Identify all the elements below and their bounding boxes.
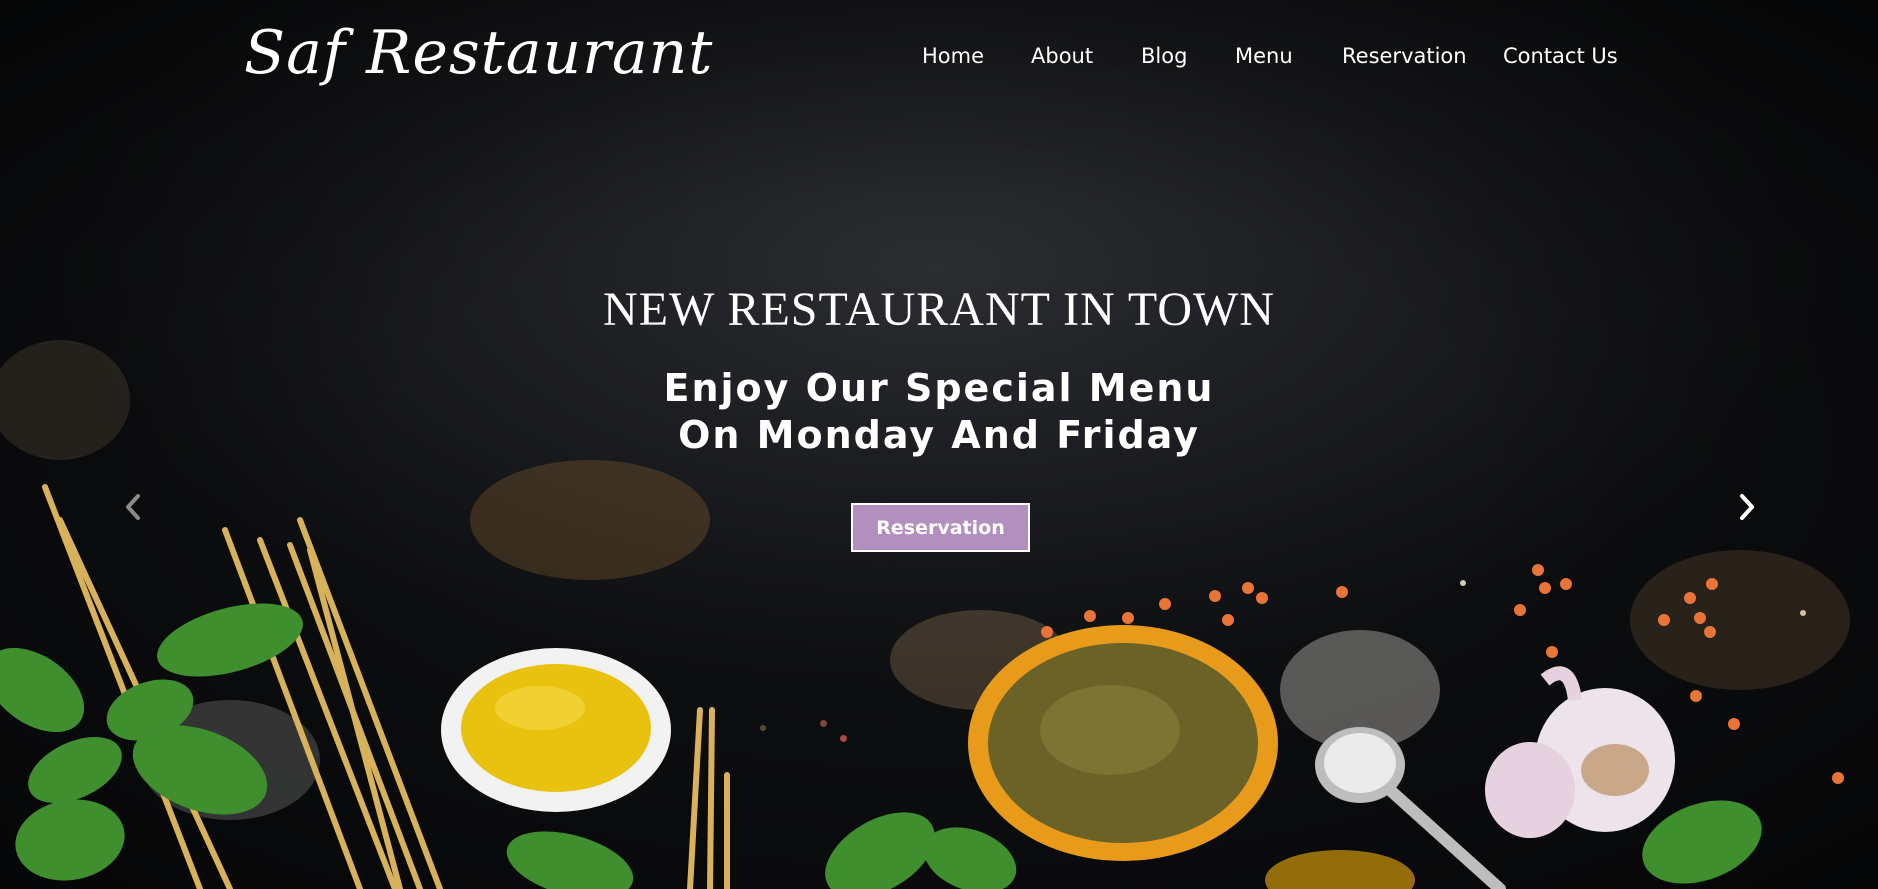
slider-prev-button[interactable] bbox=[118, 490, 148, 524]
nav-item-menu[interactable]: Menu bbox=[1235, 44, 1293, 68]
chevron-left-icon bbox=[126, 494, 140, 520]
nav-item-about[interactable]: About bbox=[1031, 44, 1093, 68]
spice-speck bbox=[840, 735, 847, 742]
spice-speck bbox=[1460, 580, 1466, 586]
hero-headline: NEW RESTAURANT IN TOWN bbox=[603, 283, 1275, 336]
hero-subline-1: Enjoy Our Special Menu bbox=[663, 366, 1215, 410]
spice-speck bbox=[760, 725, 766, 731]
spice-speck bbox=[1800, 610, 1806, 616]
hero-slider: Saf Restaurant Home About Blog Menu Rese… bbox=[0, 0, 1878, 889]
reservation-button[interactable]: Reservation bbox=[851, 503, 1030, 552]
spice-speck bbox=[820, 720, 827, 727]
nav-item-blog[interactable]: Blog bbox=[1141, 44, 1187, 68]
slider-next-button[interactable] bbox=[1732, 490, 1762, 524]
site-logo[interactable]: Saf Restaurant bbox=[244, 18, 713, 88]
nav-item-home[interactable]: Home bbox=[922, 44, 984, 68]
hero-subline-2: On Monday And Friday bbox=[678, 413, 1200, 457]
nav-item-reservation[interactable]: Reservation bbox=[1342, 44, 1467, 68]
nav-item-contact-us[interactable]: Contact Us bbox=[1503, 44, 1618, 68]
chevron-right-icon bbox=[1740, 494, 1754, 520]
